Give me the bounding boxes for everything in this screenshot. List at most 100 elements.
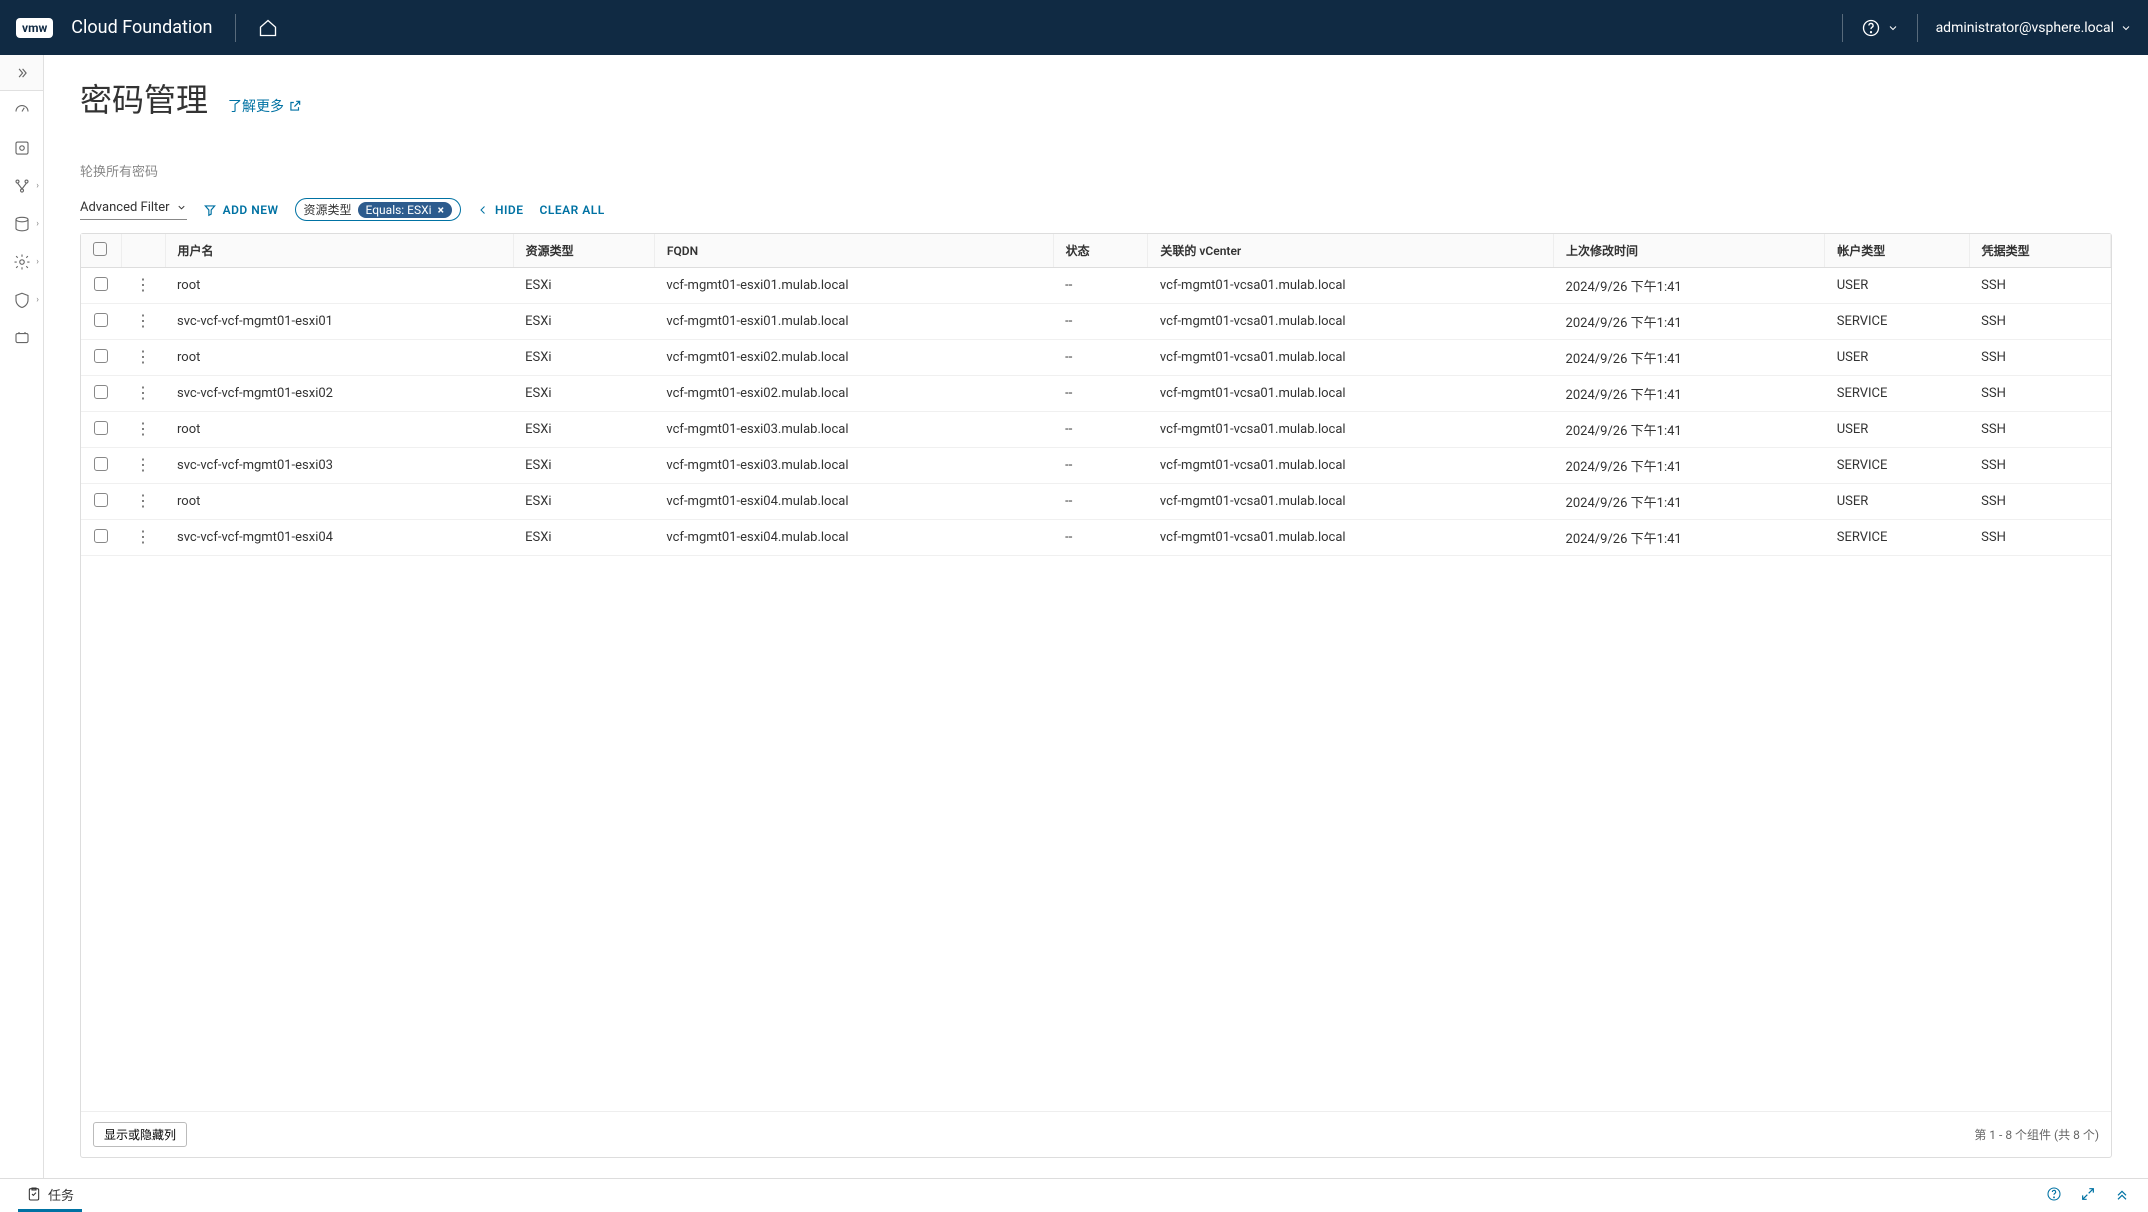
learn-more-text: 了解更多 <box>228 96 284 116</box>
col-header-fqdn[interactable]: FQDN <box>654 234 1053 268</box>
help-menu[interactable] <box>1861 18 1899 38</box>
workload-icon <box>13 177 31 195</box>
cell-cred-type: SSH <box>1969 340 2110 376</box>
cell-vcenter: vcf-mgmt01-vcsa01.mulab.local <box>1148 448 1554 484</box>
home-button[interactable] <box>258 18 278 38</box>
cell-status: -- <box>1053 484 1148 520</box>
tasks-tab[interactable]: 任务 <box>18 1179 82 1212</box>
table-row[interactable]: ⋮ svc-vcf-vcf-mgmt01-esxi01 ESXi vcf-mgm… <box>81 304 2111 340</box>
col-header-account-type[interactable]: 帐户类型 <box>1825 234 1969 268</box>
cell-username: svc-vcf-vcf-mgmt01-esxi01 <box>165 304 513 340</box>
table-row[interactable]: ⋮ root ESXi vcf-mgmt01-esxi02.mulab.loca… <box>81 340 2111 376</box>
col-header-resource-type[interactable]: 资源类型 <box>513 234 654 268</box>
chip-close-icon[interactable]: × <box>438 203 444 217</box>
col-header-cred-type[interactable]: 凭据类型 <box>1969 234 2110 268</box>
cell-status: -- <box>1053 304 1148 340</box>
filter-icon <box>203 203 217 217</box>
cell-lastmod: 2024/9/26 下午1:41 <box>1554 304 1825 340</box>
col-header-lastmod[interactable]: 上次修改时间 <box>1554 234 1825 268</box>
row-actions-menu[interactable]: ⋮ <box>135 311 151 330</box>
chevron-down-icon <box>176 202 187 213</box>
sidebar-item-inventory[interactable] <box>0 129 43 167</box>
header-checkbox-cell <box>81 234 121 268</box>
app-header: vmw Cloud Foundation administrator@vsphe… <box>0 0 2148 55</box>
filter-chip-resource-type[interactable]: 资源类型 Equals: ESXi × <box>295 198 461 221</box>
row-checkbox[interactable] <box>94 493 108 507</box>
cell-account-type: USER <box>1825 412 1969 448</box>
row-checkbox[interactable] <box>94 529 108 543</box>
hide-button[interactable]: HIDE <box>477 203 524 217</box>
show-hide-columns-button[interactable]: 显示或隐藏列 <box>93 1122 187 1147</box>
footer-help-button[interactable] <box>2046 1186 2062 1206</box>
sidebar-item-tools[interactable] <box>0 319 43 357</box>
row-checkbox[interactable] <box>94 385 108 399</box>
sidebar-item-dashboard[interactable] <box>0 91 43 129</box>
col-header-vcenter[interactable]: 关联的 vCenter <box>1148 234 1554 268</box>
filter-bar: Advanced Filter ADD NEW 资源类型 Equals: ESX… <box>80 198 2112 221</box>
table-row[interactable]: ⋮ svc-vcf-vcf-mgmt01-esxi04 ESXi vcf-mgm… <box>81 520 2111 556</box>
add-new-filter-button[interactable]: ADD NEW <box>203 203 279 217</box>
row-actions-menu[interactable]: ⋮ <box>135 347 151 366</box>
row-actions-menu[interactable]: ⋮ <box>135 419 151 438</box>
cell-vcenter: vcf-mgmt01-vcsa01.mulab.local <box>1148 376 1554 412</box>
learn-more-link[interactable]: 了解更多 <box>228 96 302 116</box>
col-header-username[interactable]: 用户名 <box>165 234 513 268</box>
cell-account-type: SERVICE <box>1825 520 1969 556</box>
row-actions-menu[interactable]: ⋮ <box>135 527 151 546</box>
shield-icon <box>13 291 31 309</box>
row-actions-menu[interactable]: ⋮ <box>135 491 151 510</box>
footer-expand-button[interactable] <box>2080 1186 2096 1206</box>
gear-icon <box>13 253 31 271</box>
row-checkbox[interactable] <box>94 421 108 435</box>
cell-account-type: USER <box>1825 484 1969 520</box>
cell-username: svc-vcf-vcf-mgmt01-esxi04 <box>165 520 513 556</box>
chevron-right-icon: › <box>36 219 39 229</box>
table-row[interactable]: ⋮ root ESXi vcf-mgmt01-esxi03.mulab.loca… <box>81 412 2111 448</box>
row-checkbox[interactable] <box>94 457 108 471</box>
row-checkbox[interactable] <box>94 277 108 291</box>
cell-username: svc-vcf-vcf-mgmt01-esxi02 <box>165 376 513 412</box>
table-row[interactable]: ⋮ root ESXi vcf-mgmt01-esxi04.mulab.loca… <box>81 484 2111 520</box>
sidebar-item-settings[interactable]: › <box>0 243 43 281</box>
cell-status: -- <box>1053 340 1148 376</box>
external-link-icon <box>288 99 302 113</box>
clear-all-button[interactable]: CLEAR ALL <box>539 203 604 217</box>
cell-fqdn: vcf-mgmt01-esxi01.mulab.local <box>654 304 1053 340</box>
rotate-all-action[interactable]: 轮换所有密码 <box>80 161 2112 180</box>
sidebar-expand-button[interactable] <box>0 55 43 91</box>
header-action-cell <box>121 234 165 268</box>
sidebar-item-security[interactable]: › <box>0 281 43 319</box>
header-divider-right <box>1842 14 1843 42</box>
footer-collapse-button[interactable] <box>2114 1186 2130 1206</box>
cell-cred-type: SSH <box>1969 412 2110 448</box>
row-checkbox[interactable] <box>94 313 108 327</box>
help-icon <box>2046 1186 2062 1202</box>
sidebar-item-storage[interactable]: › <box>0 205 43 243</box>
cell-fqdn: vcf-mgmt01-esxi03.mulab.local <box>654 448 1053 484</box>
cell-vcenter: vcf-mgmt01-vcsa01.mulab.local <box>1148 412 1554 448</box>
cell-username: root <box>165 340 513 376</box>
row-checkbox[interactable] <box>94 349 108 363</box>
inventory-icon <box>13 139 31 157</box>
header-divider-right2 <box>1917 14 1918 42</box>
cell-lastmod: 2024/9/26 下午1:41 <box>1554 520 1825 556</box>
cell-vcenter: vcf-mgmt01-vcsa01.mulab.local <box>1148 520 1554 556</box>
cell-resource-type: ESXi <box>513 484 654 520</box>
row-actions-menu[interactable]: ⋮ <box>135 275 151 294</box>
select-all-checkbox[interactable] <box>93 242 107 256</box>
clear-all-label: CLEAR ALL <box>539 203 604 217</box>
advanced-filter-label: Advanced Filter <box>80 200 170 215</box>
row-actions-menu[interactable]: ⋮ <box>135 383 151 402</box>
col-header-status[interactable]: 状态 <box>1053 234 1148 268</box>
table-row[interactable]: ⋮ svc-vcf-vcf-mgmt01-esxi03 ESXi vcf-mgm… <box>81 448 2111 484</box>
sidebar-item-workload[interactable]: › <box>0 167 43 205</box>
table-row[interactable]: ⋮ root ESXi vcf-mgmt01-esxi01.mulab.loca… <box>81 268 2111 304</box>
advanced-filter-dropdown[interactable]: Advanced Filter <box>80 200 187 220</box>
chip-value: Equals: ESXi <box>366 203 432 217</box>
table-row[interactable]: ⋮ svc-vcf-vcf-mgmt01-esxi02 ESXi vcf-mgm… <box>81 376 2111 412</box>
cell-status: -- <box>1053 520 1148 556</box>
cell-resource-type: ESXi <box>513 304 654 340</box>
row-actions-menu[interactable]: ⋮ <box>135 455 151 474</box>
user-menu[interactable]: administrator@vsphere.local <box>1936 20 2132 36</box>
cell-cred-type: SSH <box>1969 484 2110 520</box>
